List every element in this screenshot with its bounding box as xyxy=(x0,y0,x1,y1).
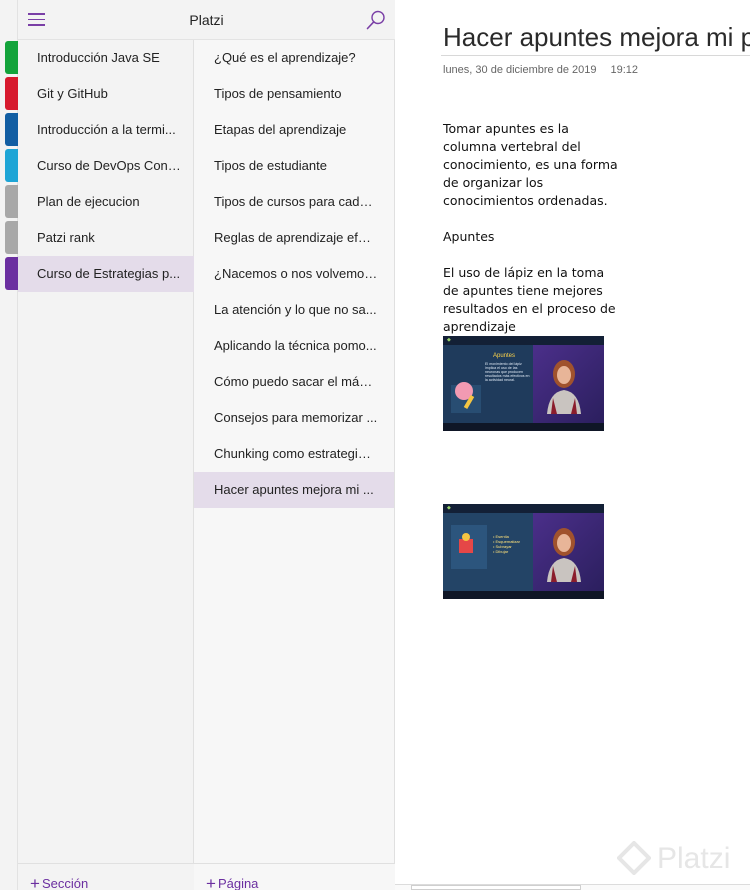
top-bar: Platzi xyxy=(18,0,395,40)
plus-icon: + xyxy=(206,874,216,890)
thumb-slide xyxy=(443,345,533,423)
video-screenshot-image[interactable]: ◆ Apuntes El movimiento del lápiz implic… xyxy=(443,336,604,431)
thumb-slide-title: Apuntes xyxy=(493,353,516,359)
page-title[interactable]: Hacer apuntes mejora mi pro xyxy=(443,22,750,53)
section-item-active[interactable]: Curso de Estrategias p... xyxy=(18,256,194,292)
add-section-label: Sección xyxy=(41,876,89,890)
scrollbar-thumb[interactable] xyxy=(411,885,581,890)
video-controls xyxy=(443,591,604,599)
notebook-tab[interactable] xyxy=(5,257,18,290)
plus-icon: + xyxy=(30,874,40,890)
notebook-tab[interactable] xyxy=(5,149,18,182)
notebook-tab[interactable] xyxy=(5,41,18,74)
section-item[interactable]: Plan de ejecucion xyxy=(18,184,194,220)
notebook-tab[interactable] xyxy=(5,113,18,146)
presenter-image xyxy=(547,528,581,582)
page-canvas[interactable]: Hacer apuntes mejora mi pro lunes, 30 de… xyxy=(395,0,750,890)
page-item-active[interactable]: Hacer apuntes mejora mi ... xyxy=(194,472,394,508)
thumb-list-item: Dibujar xyxy=(495,549,509,554)
platzi-logo-icon: ◆ xyxy=(447,337,451,343)
page-item[interactable]: ¿Qué es el aprendizaje? xyxy=(194,40,394,76)
pages-pane: ¿Qué es el aprendizaje? Tipos de pensami… xyxy=(194,40,395,890)
add-page-button[interactable]: + Página xyxy=(206,874,258,890)
thumb-slide-list: • Esentia • Esquematizar • Subrayar • Di… xyxy=(493,534,520,554)
page-item[interactable]: Cómo puedo sacar el máxi... xyxy=(194,364,394,400)
section-item[interactable]: Curso de DevOps Con ... xyxy=(18,148,194,184)
add-page-label: Página xyxy=(217,876,259,890)
page-item[interactable]: Tipos de pensamiento xyxy=(194,76,394,112)
title-divider xyxy=(441,55,750,56)
thumb-slide-text: El movimiento del lápiz implica el uso d… xyxy=(485,362,530,382)
notebook-tab[interactable] xyxy=(5,77,18,110)
presenter-image xyxy=(547,360,581,414)
page-item[interactable]: Reglas de aprendizaje efec... xyxy=(194,220,394,256)
note-paragraph: El uso de lápiz en la toma de apuntes ti… xyxy=(443,265,616,334)
notebook-tab[interactable] xyxy=(5,221,18,254)
thumb-topbar xyxy=(443,336,604,345)
note-paragraph: Tomar apuntes es la columna vertebral de… xyxy=(443,121,618,208)
page-item[interactable]: Tipos de cursos para cada ... xyxy=(194,184,394,220)
platzi-watermark-icon xyxy=(617,841,651,875)
page-item[interactable]: Etapas del aprendizaje xyxy=(194,112,394,148)
section-item[interactable]: Introducción Java SE xyxy=(18,40,194,76)
page-item[interactable]: Tipos de estudiante xyxy=(194,148,394,184)
add-section-bar: + Sección xyxy=(18,863,194,890)
section-item[interactable]: Introducción a la termi... xyxy=(18,112,194,148)
section-item[interactable]: Patzi rank xyxy=(18,220,194,256)
page-item[interactable]: Consejos para memorizar ... xyxy=(194,400,394,436)
note-heading: Apuntes xyxy=(443,229,495,244)
platzi-watermark: Platzi xyxy=(657,842,731,875)
page-item[interactable]: ¿Nacemos o nos volvemos... xyxy=(194,256,394,292)
platzi-logo-icon: ◆ xyxy=(447,505,451,511)
horizontal-scrollbar[interactable] xyxy=(395,884,750,890)
page-datetime: lunes, 30 de diciembre de 2019 19:12 xyxy=(443,64,638,76)
video-controls xyxy=(443,423,604,431)
page-item[interactable]: Chunking como estrategia ... xyxy=(194,436,394,472)
note-container[interactable]: Tomar apuntes es la columna vertebral de… xyxy=(443,120,618,336)
page-item[interactable]: La atención y lo que no sa... xyxy=(194,292,394,328)
brain-icon xyxy=(443,345,533,423)
notebook-tab[interactable] xyxy=(5,185,18,218)
page-item[interactable]: Aplicando la técnica pomo... xyxy=(194,328,394,364)
section-item[interactable]: Git y GitHub xyxy=(18,76,194,112)
page-time: 19:12 xyxy=(610,64,639,76)
add-section-button[interactable]: + Sección xyxy=(30,874,88,890)
page-date: lunes, 30 de diciembre de 2019 xyxy=(443,64,597,76)
add-page-bar: + Página xyxy=(194,863,395,890)
notebook-tab-strip xyxy=(0,0,18,890)
section-list: Introducción Java SE Git y GitHub Introd… xyxy=(18,40,194,292)
thumb-topbar xyxy=(443,504,604,513)
notebook-title: Platzi xyxy=(189,12,224,28)
search-icon[interactable] xyxy=(365,9,387,31)
video-screenshot-image[interactable]: ◆ • Esentia • Esquematizar • Subrayar • … xyxy=(443,504,604,599)
